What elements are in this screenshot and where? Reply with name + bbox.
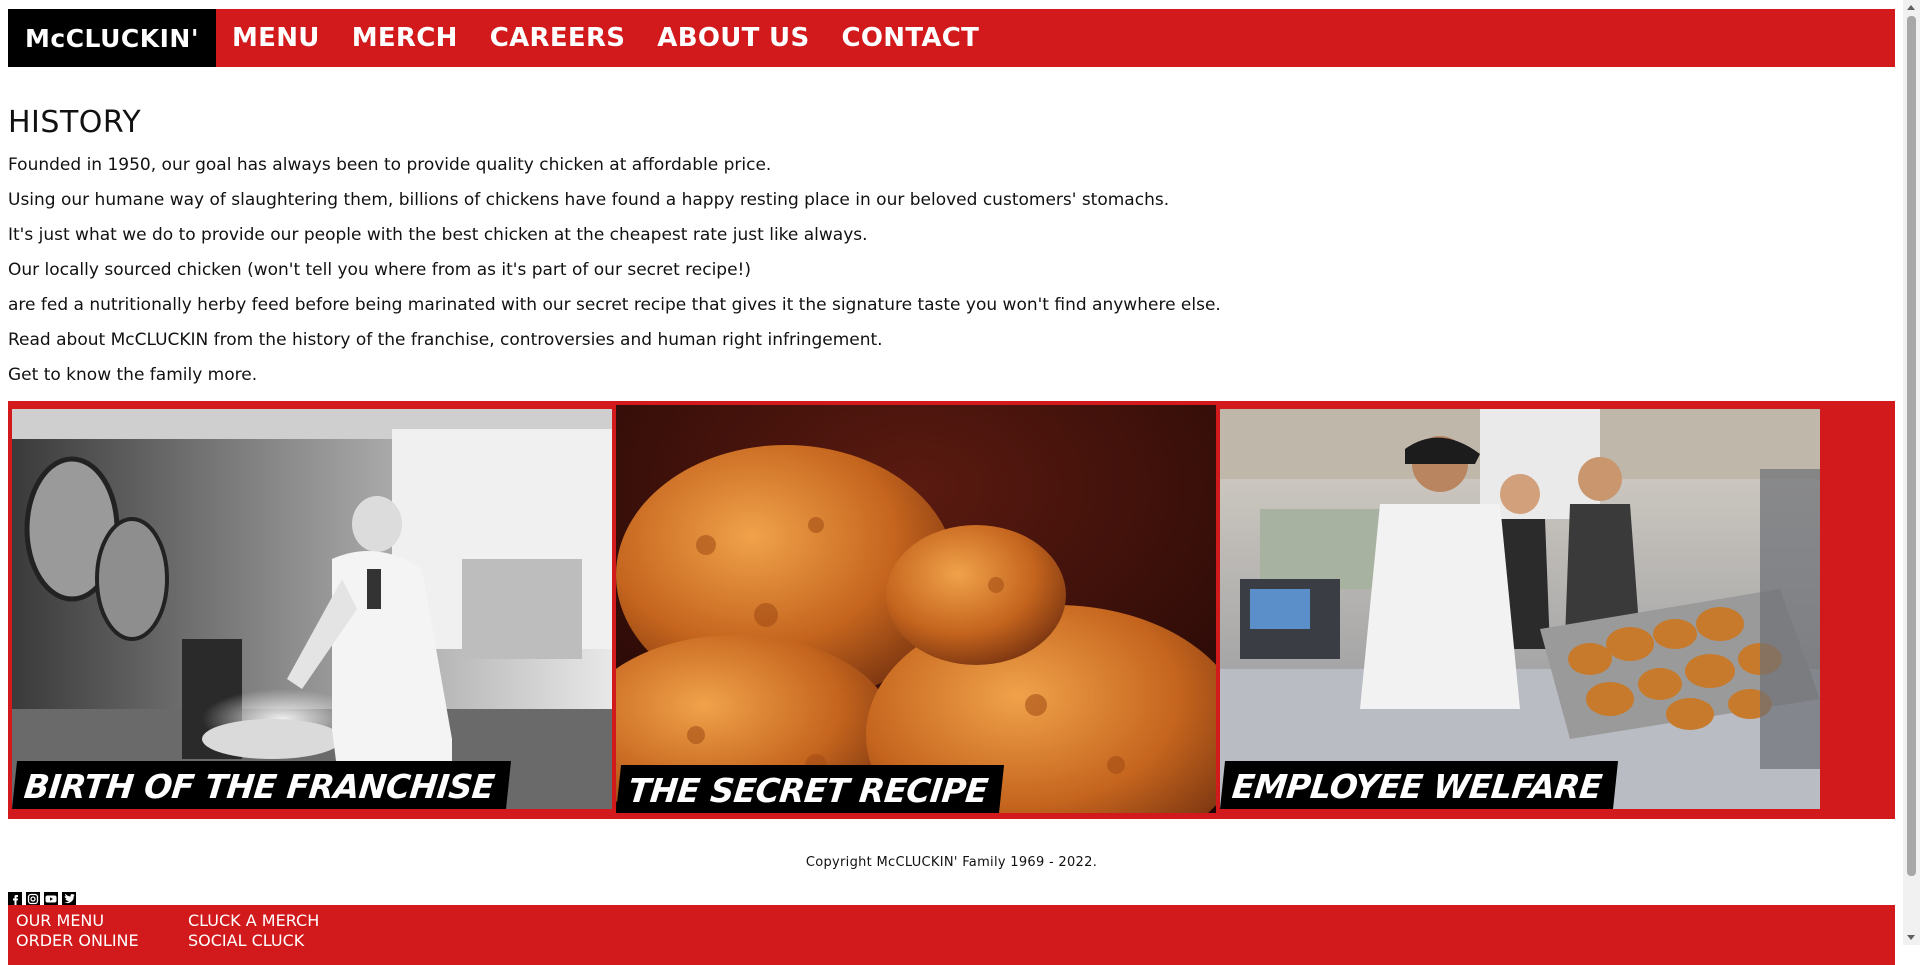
recipe-photo	[616, 405, 1216, 813]
twitter-icon[interactable]	[62, 892, 76, 906]
footer-link-our-menu[interactable]: OUR MENU	[16, 911, 139, 931]
history-paragraph: It's just what we do to provide our peop…	[8, 225, 868, 245]
brand-logo[interactable]: McCLUCKIN'	[8, 9, 216, 67]
nav-about-us[interactable]: ABOUT US	[641, 9, 825, 67]
scrollbar-thumb[interactable]	[1907, 16, 1916, 876]
history-paragraph: Our locally sourced chicken (won't tell …	[8, 260, 751, 280]
footer-column-2: CLUCK A MERCH SOCIAL CLUCK	[188, 911, 319, 951]
vertical-scrollbar[interactable]	[1903, 0, 1920, 945]
footer-bar: OUR MENU ORDER ONLINE CLUCK A MERCH SOCI…	[8, 905, 1895, 965]
footer-link-social-cluck[interactable]: SOCIAL CLUCK	[188, 931, 319, 951]
scroll-down-arrow-icon[interactable]	[1907, 935, 1915, 940]
gallery-card-franchise[interactable]: BIRTH OF THE FRANCHISE	[12, 409, 612, 809]
social-links	[8, 892, 1895, 906]
history-paragraph: Using our humane way of slaughtering the…	[8, 190, 1170, 210]
scroll-up-arrow-icon[interactable]	[1907, 5, 1915, 10]
franchise-photo	[12, 409, 612, 809]
history-paragraph: Get to know the family more.	[8, 365, 258, 385]
footer-link-order-online[interactable]: ORDER ONLINE	[16, 931, 139, 951]
footer-link-cluck-a-merch[interactable]: CLUCK A MERCH	[188, 911, 319, 931]
card-caption: BIRTH OF THE FRANCHISE	[12, 761, 511, 809]
history-paragraph: Read about McCLUCKIN from the history of…	[8, 330, 883, 350]
history-paragraph: are fed a nutritionally herby feed befor…	[8, 295, 1221, 315]
welfare-photo	[1220, 409, 1820, 809]
nav-careers[interactable]: CAREERS	[474, 9, 642, 67]
facebook-icon[interactable]	[8, 892, 22, 906]
copyright-text: Copyright McCLUCKIN' Family 1969 - 2022.	[805, 855, 1098, 870]
gallery-card-recipe[interactable]: THE SECRET RECIPE	[616, 405, 1216, 813]
card-caption: THE SECRET RECIPE	[616, 765, 1005, 813]
page-title: HISTORY	[8, 105, 142, 140]
youtube-icon[interactable]	[44, 892, 58, 906]
history-paragraph: Founded in 1950, our goal has always bee…	[8, 155, 772, 175]
page-container: McCLUCKIN' MENU MERCH CAREERS ABOUT US C…	[8, 9, 1895, 906]
nav-menu[interactable]: MENU	[216, 9, 336, 67]
card-caption: EMPLOYEE WELFARE	[1220, 761, 1619, 809]
gallery-card-welfare[interactable]: EMPLOYEE WELFARE	[1220, 409, 1820, 809]
history-gallery: BIRTH OF THE FRANCHISE THE SECRET RECIPE…	[8, 401, 1895, 819]
instagram-icon[interactable]	[26, 892, 40, 906]
nav-contact[interactable]: CONTACT	[825, 9, 995, 67]
footer-column-1: OUR MENU ORDER ONLINE	[16, 911, 139, 951]
nav-merch[interactable]: MERCH	[336, 9, 474, 67]
top-navbar: McCLUCKIN' MENU MERCH CAREERS ABOUT US C…	[8, 9, 1895, 67]
